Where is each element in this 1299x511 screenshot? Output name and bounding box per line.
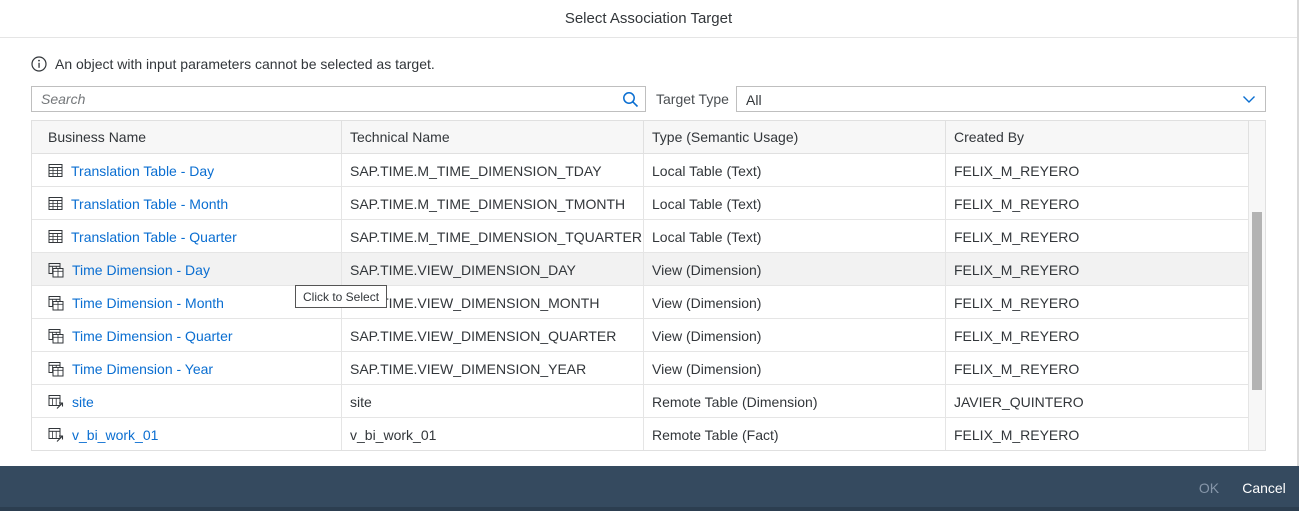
type-cell: View (Dimension) bbox=[644, 352, 946, 385]
business-name-link[interactable]: Time Dimension - Year bbox=[72, 361, 213, 377]
type-cell: Remote Table (Dimension) bbox=[644, 385, 946, 418]
info-text: An object with input parameters cannot b… bbox=[55, 56, 435, 72]
dialog-title: Select Association Target bbox=[0, 0, 1297, 38]
business-name-cell: Translation Table - Quarter bbox=[32, 220, 342, 253]
scrollbar-thumb[interactable] bbox=[1252, 212, 1262, 390]
business-name-cell: Translation Table - Month bbox=[32, 187, 342, 220]
column-header-type[interactable]: Type (Semantic Usage) bbox=[644, 121, 946, 154]
created-by-cell: FELIX_M_REYERO bbox=[946, 187, 1249, 220]
vertical-scrollbar[interactable] bbox=[1249, 154, 1265, 450]
ok-button[interactable]: OK bbox=[1188, 478, 1230, 498]
created-by-cell: JAVIER_QUINTERO bbox=[946, 385, 1249, 418]
table-row[interactable]: Translation Table - Quarter SAP.TIME.M_TI… bbox=[32, 220, 1249, 253]
table-row[interactable]: Translation Table - Day SAP.TIME.M_TIME_D… bbox=[32, 154, 1249, 187]
header-scroll-spacer bbox=[1249, 121, 1265, 154]
dialog-footer bbox=[0, 466, 1299, 511]
search-field[interactable] bbox=[31, 86, 646, 112]
business-name-link[interactable]: Translation Table - Quarter bbox=[71, 229, 237, 245]
view-icon bbox=[48, 328, 64, 344]
technical-name-cell: SAP.TIME.VIEW_DIMENSION_DAY bbox=[342, 253, 644, 286]
type-cell: View (Dimension) bbox=[644, 319, 946, 352]
business-name-cell: Time Dimension - Quarter bbox=[32, 319, 342, 352]
remote-table-icon bbox=[48, 427, 64, 443]
created-by-cell: FELIX_M_REYERO bbox=[946, 352, 1249, 385]
type-cell: Local Table (Text) bbox=[644, 187, 946, 220]
column-header-technical-name[interactable]: Technical Name bbox=[342, 121, 644, 154]
created-by-cell: FELIX_M_REYERO bbox=[946, 418, 1249, 450]
view-icon bbox=[48, 361, 64, 377]
created-by-cell: FELIX_M_REYERO bbox=[946, 286, 1249, 319]
table-row[interactable]: Time Dimension - Day SAP.TIME.VIEW_DIMENS… bbox=[32, 253, 1249, 286]
business-name-link[interactable]: v_bi_work_01 bbox=[72, 427, 158, 443]
technical-name-cell: SAP.TIME.M_TIME_DIMENSION_TMONTH bbox=[342, 187, 644, 220]
table-row[interactable]: Translation Table - Month SAP.TIME.M_TIME… bbox=[32, 187, 1249, 220]
business-name-link[interactable]: Translation Table - Day bbox=[71, 163, 214, 179]
table-row[interactable]: site site Remote Table (Dimension) JAVIER_Q… bbox=[32, 385, 1249, 418]
business-name-cell: site bbox=[32, 385, 342, 418]
technical-name-cell: v_bi_work_01 bbox=[342, 418, 644, 450]
table-row[interactable]: Time Dimension - Quarter SAP.TIME.VIEW_DI… bbox=[32, 319, 1249, 352]
business-name-link[interactable]: Time Dimension - Quarter bbox=[72, 328, 233, 344]
created-by-cell: FELIX_M_REYERO bbox=[946, 154, 1249, 187]
chevron-down-icon[interactable] bbox=[1242, 92, 1256, 106]
table-row[interactable]: Time Dimension - Month SAP.TIME.VIEW_DIME… bbox=[32, 286, 1249, 319]
table-header: Business Name Technical Name Type (Seman… bbox=[32, 121, 1249, 154]
info-message: An object with input parameters cannot b… bbox=[31, 55, 435, 73]
type-cell: View (Dimension) bbox=[644, 253, 946, 286]
type-cell: Local Table (Text) bbox=[644, 220, 946, 253]
view-icon bbox=[48, 262, 64, 278]
type-cell: View (Dimension) bbox=[644, 286, 946, 319]
cancel-button[interactable]: Cancel bbox=[1236, 478, 1292, 498]
table-row[interactable]: Time Dimension - Year SAP.TIME.VIEW_DIMEN… bbox=[32, 352, 1249, 385]
target-type-value: All bbox=[746, 92, 762, 108]
view-icon bbox=[48, 295, 64, 311]
business-name-cell: Time Dimension - Day bbox=[32, 253, 342, 286]
table-icon bbox=[48, 163, 63, 178]
info-icon bbox=[31, 56, 47, 72]
table-icon bbox=[48, 196, 63, 211]
technical-name-cell: SAP.TIME.M_TIME_DIMENSION_TDAY bbox=[342, 154, 644, 187]
table-icon bbox=[48, 229, 63, 244]
search-input[interactable] bbox=[32, 87, 612, 111]
remote-table-icon bbox=[48, 394, 64, 410]
table-row[interactable]: v_bi_work_01 v_bi_work_01 Remote Table (Fa… bbox=[32, 418, 1249, 450]
business-name-cell: v_bi_work_01 bbox=[32, 418, 342, 450]
technical-name-cell: SAP.TIME.VIEW_DIMENSION_QUARTER bbox=[342, 319, 644, 352]
target-type-label: Target Type bbox=[656, 91, 729, 107]
created-by-cell: FELIX_M_REYERO bbox=[946, 220, 1249, 253]
column-header-business-name[interactable]: Business Name bbox=[32, 121, 342, 154]
column-header-created-by[interactable]: Created By bbox=[946, 121, 1249, 154]
technical-name-cell: SAP.TIME.VIEW_DIMENSION_YEAR bbox=[342, 352, 644, 385]
search-icon[interactable] bbox=[622, 91, 639, 108]
created-by-cell: FELIX_M_REYERO bbox=[946, 253, 1249, 286]
business-name-link[interactable]: Translation Table - Month bbox=[71, 196, 228, 212]
technical-name-cell: SAP.TIME.M_TIME_DIMENSION_TQUARTER bbox=[342, 220, 644, 253]
technical-name-cell: site bbox=[342, 385, 644, 418]
target-type-select[interactable]: All bbox=[736, 86, 1266, 112]
association-target-table: Business Name Technical Name Type (Seman… bbox=[31, 120, 1266, 451]
type-cell: Local Table (Text) bbox=[644, 154, 946, 187]
type-cell: Remote Table (Fact) bbox=[644, 418, 946, 450]
footer-strip bbox=[0, 507, 1299, 511]
tooltip: Click to Select bbox=[295, 285, 388, 308]
technical-name-cell: SAP.TIME.VIEW_DIMENSION_MONTH bbox=[342, 286, 644, 319]
business-name-link[interactable]: Time Dimension - Month bbox=[72, 295, 224, 311]
business-name-link[interactable]: Time Dimension - Day bbox=[72, 262, 210, 278]
business-name-cell: Translation Table - Day bbox=[32, 154, 342, 187]
select-association-target-dialog: Select Association Target An object with… bbox=[0, 0, 1299, 511]
business-name-cell: Time Dimension - Year bbox=[32, 352, 342, 385]
created-by-cell: FELIX_M_REYERO bbox=[946, 319, 1249, 352]
business-name-link[interactable]: site bbox=[72, 394, 94, 410]
